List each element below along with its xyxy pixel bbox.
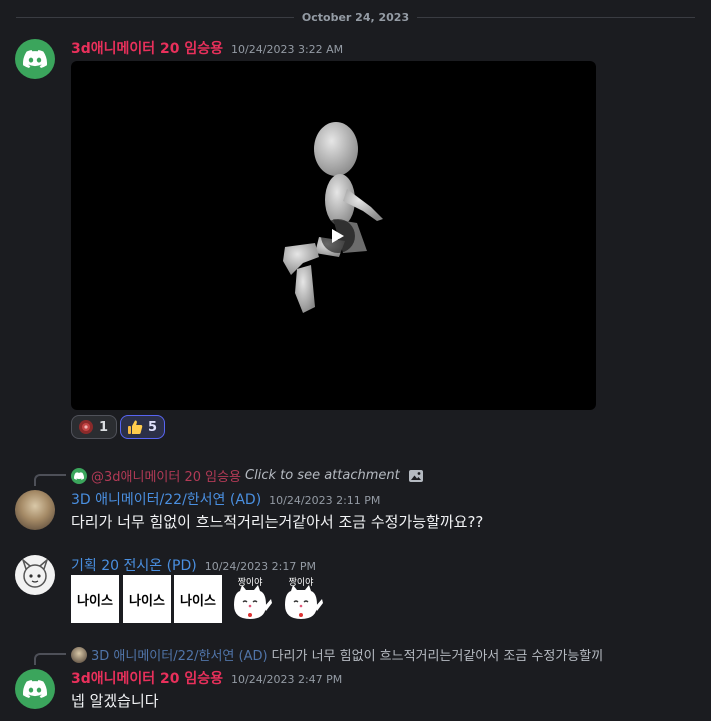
cat-sticker-caption: 짱이야 (237, 578, 263, 588)
nice-sticker[interactable]: 나이스 (123, 575, 171, 623)
avatar[interactable] (15, 490, 55, 530)
avatar-sketch (21, 557, 49, 588)
timestamp: 10/24/2023 3:22 AM (231, 43, 344, 56)
cat-sticker-caption: 짱이야 (288, 578, 314, 588)
avatar[interactable] (15, 555, 55, 595)
timestamp: 10/24/2023 2:47 PM (231, 673, 343, 686)
reaction-count: 1 (99, 419, 109, 435)
date-divider-label: October 24, 2023 (301, 10, 410, 24)
reply-avatar (71, 646, 87, 663)
cat-sticker[interactable]: 짱이야 (226, 575, 274, 623)
reply-preview[interactable]: @3d애니메이터 20 임승용 Click to see attachment (71, 466, 424, 485)
reply-preview[interactable]: 3D 애니메이터/22/한서연 (AD) 다리가 너무 힘없이 흐느적거리는거같… (71, 645, 603, 664)
video-attachment[interactable] (71, 61, 596, 410)
play-button[interactable] (321, 219, 355, 253)
author-name[interactable]: 3D 애니메이터/22/한서연 (AD) (71, 489, 261, 509)
discord-logo-icon (23, 50, 47, 68)
message-text: 다리가 너무 힘없이 흐느적거리는거같아서 조금 수정가능할까요?? (71, 513, 484, 531)
author-name[interactable]: 기획 20 전시온 (PD) (71, 555, 197, 575)
reply-connector (34, 474, 66, 486)
date-divider: October 24, 2023 (16, 8, 695, 26)
message-header: 3d애니메이터 20 임승용 10/24/2023 3:22 AM (71, 38, 343, 58)
nice-sticker[interactable]: 나이스 (174, 575, 222, 623)
reply-hint: Click to see attachment (245, 468, 400, 483)
reply-mention[interactable]: @3d애니메이터 20 임승용 (91, 466, 241, 485)
reply-avatar (71, 467, 87, 484)
discord-logo-icon (74, 471, 84, 480)
avatar[interactable] (15, 669, 55, 709)
avatar[interactable] (15, 39, 55, 79)
nice-sticker[interactable]: 나이스 (71, 575, 119, 623)
message-text: 넵 알겠습니다 (71, 692, 159, 710)
reaction-thumbs-up[interactable]: 5 (120, 415, 165, 439)
reaction-count: 5 (148, 419, 158, 435)
reply-connector (34, 653, 66, 665)
play-icon (332, 229, 344, 243)
image-icon (408, 469, 423, 482)
thumbs-up-icon (128, 420, 143, 434)
author-name[interactable]: 3d애니메이터 20 임승용 (71, 668, 223, 688)
timestamp: 10/24/2023 2:17 PM (204, 560, 316, 573)
author-name[interactable]: 3d애니메이터 20 임승용 (71, 38, 223, 58)
discord-logo-icon (23, 680, 47, 698)
message-header: 3D 애니메이터/22/한서연 (AD) 10/24/2023 2:11 PM (71, 489, 380, 509)
reply-quote: 다리가 너무 힘없이 흐느적거리는거같아서 조금 수정가능할끼 (271, 649, 604, 664)
message-header: 3d애니메이터 20 임승용 10/24/2023 2:47 PM (71, 668, 342, 688)
red-badge-icon (79, 420, 93, 434)
cat-sticker[interactable]: 짱이야 (277, 575, 325, 623)
message-header: 기획 20 전시온 (PD) 10/24/2023 2:17 PM (71, 555, 316, 575)
timestamp: 10/24/2023 2:11 PM (269, 494, 381, 507)
reaction-badge[interactable]: 1 (71, 415, 117, 439)
reply-mention[interactable]: 3D 애니메이터/22/한서연 (AD) (91, 645, 268, 664)
